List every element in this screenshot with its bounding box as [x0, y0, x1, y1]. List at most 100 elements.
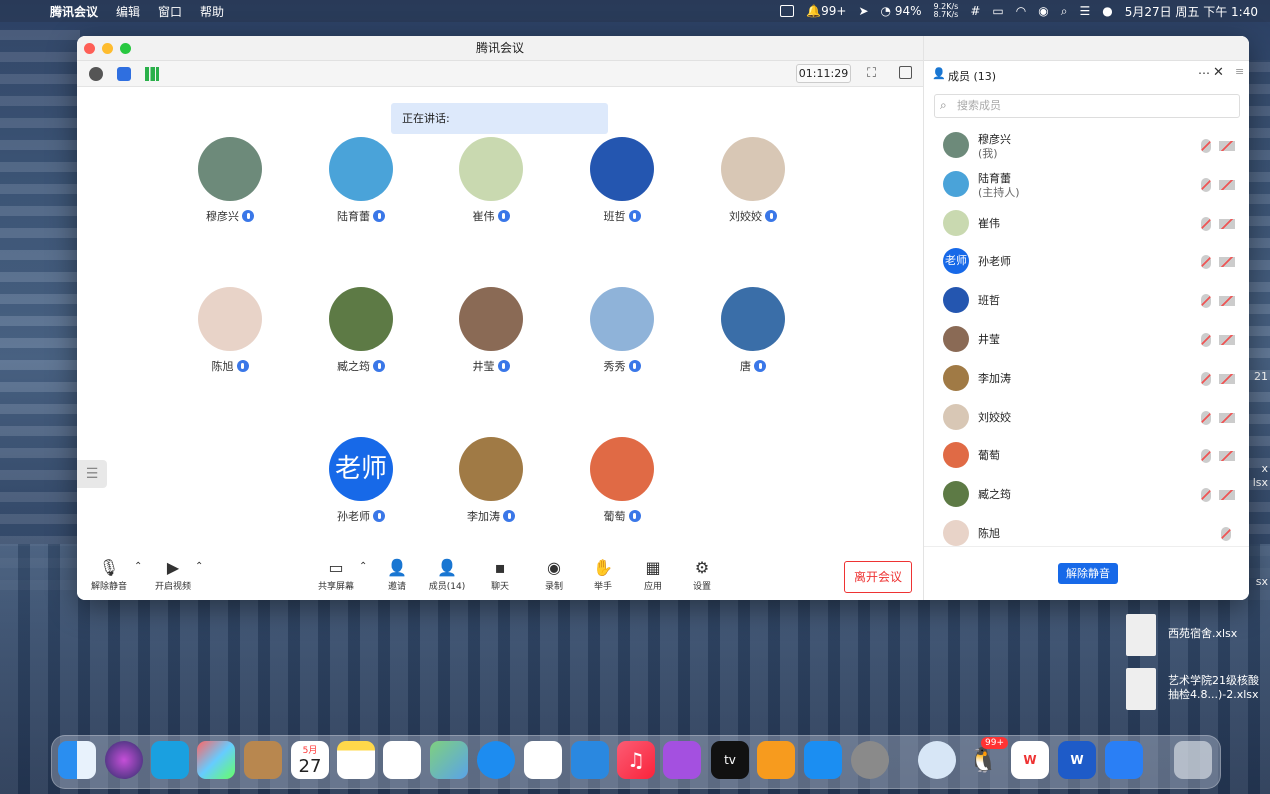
participant-tile[interactable]: 唐 [703, 287, 803, 374]
clock[interactable]: 5月27日 周五 下午 1:40 [1125, 3, 1258, 20]
music-icon[interactable]: ♫ [617, 741, 655, 779]
wps-icon[interactable]: W [1011, 741, 1049, 779]
participant-tile[interactable]: 刘姣姣 [703, 137, 803, 224]
leave-meeting-button[interactable]: 离开会议 [844, 561, 912, 593]
calendar-icon[interactable]: 5月 27 [291, 741, 329, 779]
safari-icon[interactable] [477, 741, 515, 779]
camera-off-icon[interactable] [1219, 296, 1235, 307]
trash-icon[interactable] [1174, 741, 1212, 779]
mic-muted-icon[interactable] [1201, 177, 1211, 192]
siri-icon[interactable] [105, 741, 143, 779]
bell-icon[interactable]: 🔔99+ [806, 4, 846, 18]
fullscreen-icon[interactable]: ⛶ [867, 66, 876, 81]
camera-off-icon[interactable] [1219, 373, 1235, 384]
keynote-icon[interactable] [571, 741, 609, 779]
member-row[interactable]: 刘姣姣 [924, 399, 1249, 437]
participant-tile[interactable]: 臧之筠 [311, 287, 411, 374]
participant-tile[interactable]: 秀秀 [572, 287, 672, 374]
siri-icon[interactable]: ● [1102, 4, 1112, 18]
record-button[interactable]: ◉ 录制 [528, 559, 580, 593]
members-button[interactable]: 👤 成员(14) [421, 559, 473, 593]
sidebar-toggle-icon[interactable] [899, 66, 912, 79]
camera-off-icon[interactable] [1219, 257, 1235, 268]
member-row[interactable]: 崔伟 [924, 205, 1249, 243]
invite-button[interactable]: 👤 邀请 [371, 559, 423, 593]
member-row[interactable]: 李加涛 [924, 360, 1249, 398]
apps-button[interactable]: ▦ 应用 [627, 559, 679, 593]
user-icon[interactable]: ◉ [1038, 4, 1048, 18]
close-icon[interactable]: ✕ [1213, 65, 1224, 80]
participant-tile[interactable]: 葡萄 [572, 437, 672, 524]
mic-muted-icon[interactable] [1201, 449, 1211, 464]
more-icon[interactable]: ⋯ [1198, 66, 1210, 80]
member-row[interactable]: 井莹 [924, 321, 1249, 359]
camera-off-icon[interactable] [1219, 218, 1235, 229]
signal-icon[interactable] [145, 67, 159, 81]
participant-tile[interactable]: 井莹 [441, 287, 541, 374]
send-icon[interactable]: ➤ [858, 4, 868, 18]
shield-icon[interactable] [117, 67, 131, 81]
wps-icon[interactable] [780, 5, 795, 17]
mic-muted-icon[interactable] [1221, 527, 1231, 541]
video-options-chevron-icon[interactable]: ⌃ [195, 561, 203, 572]
member-row[interactable]: 陆育蕾 (主持人) [924, 166, 1249, 204]
member-row[interactable]: 陈旭 [924, 515, 1249, 553]
desktop-file-label[interactable]: 西苑宿舍.xlsx [1168, 627, 1237, 641]
word-icon[interactable]: W [1058, 741, 1096, 779]
menu-icon[interactable]: ≡ [1235, 65, 1244, 78]
participant-tile[interactable]: 穆彦兴 [180, 137, 280, 224]
camera-off-icon[interactable] [1219, 141, 1235, 151]
member-row[interactable]: 班哲 [924, 282, 1249, 320]
wifi-icon[interactable]: ◠ [1016, 4, 1026, 18]
mic-muted-icon[interactable] [1201, 294, 1211, 309]
mic-muted-icon[interactable] [1201, 488, 1211, 503]
xlsx-file-icon[interactable] [1126, 614, 1156, 656]
numbers-icon[interactable] [524, 741, 562, 779]
mic-muted-icon[interactable] [1201, 216, 1211, 231]
camera-off-icon[interactable] [1219, 490, 1235, 501]
camera-off-icon[interactable] [1219, 451, 1235, 462]
info-icon[interactable] [89, 67, 103, 81]
audio-options-chevron-icon[interactable]: ⌃ [134, 561, 142, 572]
mic-muted-icon[interactable] [1201, 139, 1211, 153]
books-icon[interactable] [757, 741, 795, 779]
participant-tile[interactable]: 崔伟 [441, 137, 541, 224]
raise-hand-button[interactable]: ✋ 举手 [577, 559, 629, 593]
apple-tv-icon[interactable]: tv [711, 741, 749, 779]
camera-off-icon[interactable] [1219, 179, 1235, 190]
share-screen-button[interactable]: ▭ 共享屏幕 [310, 559, 362, 593]
settings-button[interactable]: ⚙ 设置 [676, 559, 728, 593]
battery-status[interactable]: ◔ 94% [881, 4, 922, 18]
app-store-icon[interactable] [804, 741, 842, 779]
desktop-file-label[interactable]: 抽检4.8...)-2.xlsx [1168, 688, 1259, 702]
search-icon[interactable]: ⌕ [1061, 4, 1068, 19]
participant-tile[interactable]: 陈旭 [180, 287, 280, 374]
minimize-window-button[interactable] [102, 43, 113, 54]
desktop-file-label[interactable]: 艺术学院21级核酸 [1168, 674, 1259, 688]
mic-muted-icon[interactable] [1201, 371, 1211, 386]
camera-off-icon[interactable] [1219, 335, 1235, 345]
close-window-button[interactable] [84, 43, 95, 54]
grid-icon[interactable]: # [970, 4, 980, 18]
member-row[interactable]: 穆彦兴 (我) [924, 127, 1249, 165]
member-row[interactable]: 臧之筠 [924, 476, 1249, 514]
mic-muted-icon[interactable] [1201, 255, 1211, 270]
menu-edit[interactable]: 编辑 [116, 3, 140, 20]
participant-tile[interactable]: 李加涛 [441, 437, 541, 524]
launchpad-icon[interactable] [197, 741, 235, 779]
share-options-chevron-icon[interactable]: ⌃ [359, 561, 367, 572]
mic-muted-icon[interactable] [1201, 410, 1211, 425]
chat-button[interactable]: ▪ 聊天 [474, 559, 526, 593]
maps-icon[interactable] [430, 741, 468, 779]
unmute-button[interactable]: 🎙 解除静音 [83, 559, 135, 593]
battery-icon[interactable]: ▭ [992, 4, 1003, 18]
lanxin-icon[interactable] [1105, 741, 1143, 779]
menu-window[interactable]: 窗口 [158, 3, 182, 20]
finder-icon[interactable] [58, 741, 96, 779]
system-preferences-icon[interactable] [851, 741, 889, 779]
xlsx-file-icon[interactable] [1126, 668, 1156, 710]
member-row[interactable]: 老师 孙老师 [924, 243, 1249, 281]
notes-icon[interactable] [337, 741, 375, 779]
contacts-icon[interactable] [244, 741, 282, 779]
mic-muted-icon[interactable] [1201, 333, 1211, 347]
